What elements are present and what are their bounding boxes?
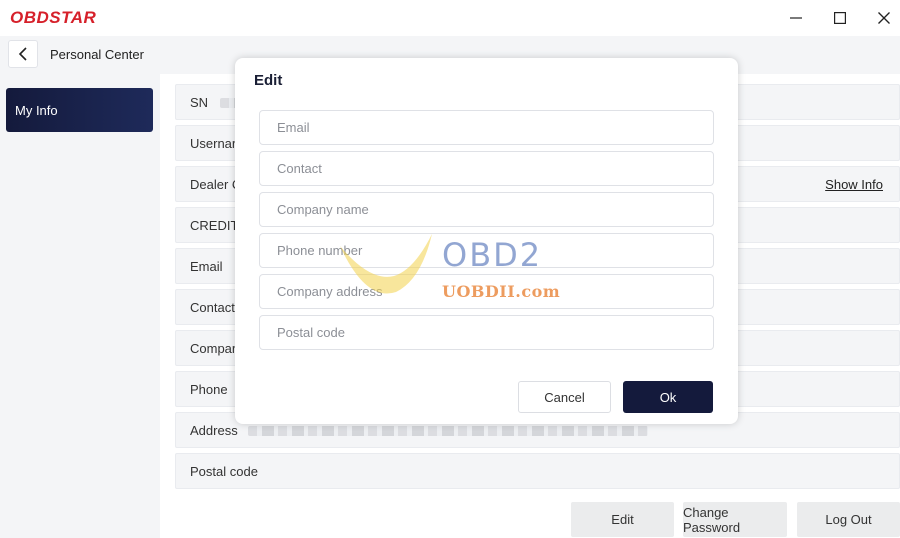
logout-button[interactable]: Log Out (797, 502, 900, 537)
edit-button[interactable]: Edit (571, 502, 674, 537)
sidebar-item-my-info[interactable]: My Info (6, 88, 153, 132)
dialog-title: Edit (254, 72, 283, 89)
cancel-button[interactable]: Cancel (518, 381, 611, 413)
email-field[interactable] (259, 110, 714, 145)
contact-field[interactable] (259, 151, 714, 186)
info-label: Address (190, 423, 238, 438)
minimize-icon (790, 17, 802, 19)
show-info-link[interactable]: Show Info (825, 177, 883, 192)
info-label: Email (190, 259, 223, 274)
chevron-left-icon (18, 47, 27, 61)
close-icon (878, 12, 890, 24)
company-name-field[interactable] (259, 192, 714, 227)
watermark-logo-icon (340, 234, 432, 294)
maximize-button[interactable] (820, 4, 860, 32)
watermark-site: UOBDII.com (442, 282, 561, 301)
info-label: Contact (190, 300, 235, 315)
back-button[interactable] (8, 40, 38, 68)
watermark-brand: OBD2 (442, 236, 543, 274)
app-logo: OBDSTAR (10, 8, 97, 27)
info-label: CREDIT (190, 218, 239, 233)
page-title: Personal Center (50, 47, 144, 62)
info-label: Phone (190, 382, 228, 397)
ok-button[interactable]: Ok (623, 381, 713, 413)
info-label: Compar (190, 341, 237, 356)
maximize-icon (834, 12, 846, 24)
title-bar: OBDSTAR (0, 0, 900, 36)
change-password-button[interactable]: Change Password (683, 502, 787, 537)
info-label: Dealer C (190, 177, 242, 192)
postal-code-field[interactable] (259, 315, 714, 350)
close-button[interactable] (864, 4, 900, 32)
redacted-value (248, 426, 648, 436)
sidebar: My Info (0, 74, 160, 538)
info-label: Usernar (190, 136, 237, 151)
info-label: SN (190, 95, 209, 110)
info-row-postal-code: Postal code (175, 453, 900, 489)
info-label: Postal code (190, 464, 258, 479)
minimize-button[interactable] (776, 4, 816, 32)
